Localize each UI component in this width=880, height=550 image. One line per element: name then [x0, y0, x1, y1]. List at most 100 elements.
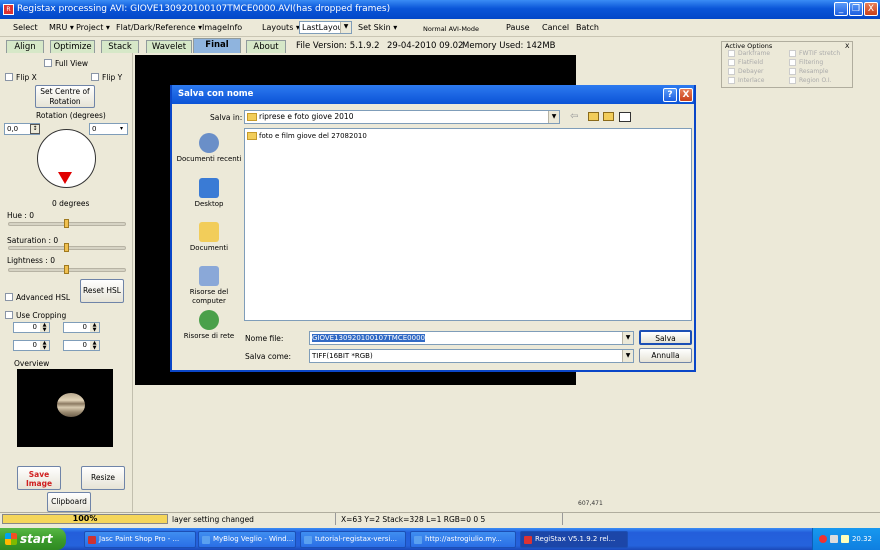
chevron-down-icon: ▼: [548, 111, 559, 123]
up-folder-icon[interactable]: [588, 112, 599, 121]
filename-value: GIOVE130920100107TMCE0000: [312, 334, 425, 342]
internet-explorer-icon: [202, 536, 210, 544]
start-button[interactable]: start: [0, 528, 66, 550]
view-menu-icon[interactable]: [619, 112, 631, 122]
overview-thumbnail[interactable]: [17, 369, 113, 447]
jupiter-thumbnail-image: [57, 393, 85, 417]
save-button[interactable]: Salva: [639, 330, 692, 345]
batch-button[interactable]: Batch: [576, 22, 599, 34]
memory-used: Memory Used: 142MB: [462, 41, 556, 51]
menu-select[interactable]: Select: [13, 22, 38, 34]
volume-tray-icon[interactable]: [841, 535, 849, 543]
menu-mru[interactable]: MRU ▾: [49, 22, 74, 34]
internet-explorer-icon: [304, 536, 312, 544]
advanced-hsl-checkbox[interactable]: [5, 293, 13, 301]
place-network[interactable]: Risorse di rete: [176, 310, 242, 341]
taskbar-item-tutorial[interactable]: tutorial-registax-versi...: [300, 531, 406, 548]
active-options-close-icon[interactable]: X: [845, 42, 849, 50]
clipboard-button[interactable]: Clipboard: [47, 492, 91, 512]
menu-set-skin[interactable]: Set Skin ▾: [358, 22, 397, 34]
place-my-computer[interactable]: Risorse del computer: [176, 266, 242, 306]
resize-button[interactable]: Resize: [81, 466, 125, 490]
pause-button[interactable]: Pause: [506, 22, 530, 34]
debayer-checkbox: [728, 68, 735, 75]
taskbar-item-myblog[interactable]: MyBlog Veglio - Wind...: [198, 531, 296, 548]
menu-layouts[interactable]: Layouts ▾: [262, 22, 300, 34]
dialog-close-button[interactable]: X: [679, 88, 693, 102]
crop-value-1: 0: [32, 323, 37, 331]
dialog-title: Salva con nome: [178, 89, 254, 99]
close-button[interactable]: X: [864, 2, 878, 16]
spin-arrows-icon[interactable]: ▲ ▼: [90, 323, 99, 332]
save-in-select[interactable]: riprese e foto giove 2010 ▼: [244, 110, 560, 124]
savetype-value: TIFF(16BIT *RGB): [312, 352, 373, 360]
savetype-select[interactable]: TIFF(16BIT *RGB) ▼: [309, 349, 634, 363]
antivirus-tray-icon[interactable]: [819, 535, 827, 543]
hue-slider-thumb[interactable]: [64, 219, 69, 228]
tab-about[interactable]: About: [246, 40, 286, 53]
flip-y-checkbox[interactable]: [91, 73, 99, 81]
network-globe-icon: [199, 310, 219, 330]
file-list[interactable]: foto e film giove del 27082010: [244, 128, 692, 321]
minimize-button[interactable]: _: [834, 2, 848, 16]
tab-optimize[interactable]: Optimize: [50, 40, 95, 53]
darkframe-checkbox: [728, 50, 735, 57]
taskbar-item-paint-shop[interactable]: Jasc Paint Shop Pro - ...: [84, 531, 196, 548]
flatfield-checkbox: [728, 59, 735, 66]
lightness-slider-thumb[interactable]: [64, 265, 69, 274]
dialog-cancel-button[interactable]: Annulla: [639, 348, 692, 363]
avi-mode-label[interactable]: Normal AVI-Mode: [423, 23, 479, 35]
use-cropping-checkbox[interactable]: [5, 311, 13, 319]
new-folder-icon[interactable]: [603, 112, 614, 121]
tab-stack[interactable]: Stack: [101, 40, 139, 53]
full-view-checkbox[interactable]: [44, 59, 52, 67]
spin-arrows-icon[interactable]: ▲ ▼: [40, 341, 49, 350]
progress-label: 100%: [72, 514, 98, 523]
place-recent-documents[interactable]: Documenti recenti: [176, 133, 242, 164]
paint-shop-icon: [88, 536, 96, 544]
taskbar-item-registax[interactable]: RegiStax V5.1.9.2 rel...: [520, 531, 628, 548]
set-centre-button[interactable]: Set Centre of Rotation: [35, 85, 95, 108]
rotation-spin-icon[interactable]: ↕: [30, 124, 40, 134]
interlace-checkbox: [728, 77, 735, 84]
tab-align[interactable]: Align: [6, 40, 44, 53]
rotation-value: 0,0: [7, 125, 19, 133]
crop-field-1[interactable]: 0 ▲ ▼: [13, 322, 50, 333]
save-image-button[interactable]: Save Image: [17, 466, 61, 490]
menu-project[interactable]: Project ▾: [76, 22, 110, 34]
place-desktop[interactable]: Desktop: [176, 178, 242, 209]
spin-arrows-icon[interactable]: ▲ ▼: [90, 341, 99, 350]
place-documents[interactable]: Documenti: [176, 222, 242, 253]
filename-input[interactable]: GIOVE130920100107TMCE0000 ▼: [309, 331, 634, 345]
layout-select[interactable]: LastLayout ▼: [299, 21, 352, 34]
network-tray-icon[interactable]: [830, 535, 838, 543]
status-message: layer setting changed: [172, 515, 254, 524]
rotation-combo[interactable]: 0 ▾: [89, 123, 128, 135]
back-arrow-icon[interactable]: ⇦: [570, 111, 578, 122]
crop-field-3[interactable]: 0 ▲ ▼: [13, 340, 50, 351]
lightness-label: Lightness : 0: [7, 256, 55, 265]
status-divider: [335, 513, 336, 525]
crop-field-2[interactable]: 0 ▲ ▼: [63, 322, 100, 333]
saturation-slider-thumb[interactable]: [64, 243, 69, 252]
save-in-value: riprese e foto giove 2010: [259, 112, 354, 121]
desktop-icon: [199, 178, 219, 198]
list-item[interactable]: foto e film giove del 27082010: [247, 132, 367, 140]
place-label: Risorse del computer: [189, 288, 229, 305]
active-options-title: Active Options: [725, 42, 773, 50]
dialog-help-button[interactable]: ?: [663, 88, 677, 102]
menu-flat-dark-reference[interactable]: Flat/Dark/Reference ▾: [116, 22, 202, 34]
tab-final[interactable]: Final: [193, 38, 241, 53]
crop-field-4[interactable]: 0 ▲ ▼: [63, 340, 100, 351]
flip-x-checkbox[interactable]: [5, 73, 13, 81]
cancel-button[interactable]: Cancel: [542, 22, 569, 34]
taskbar-item-astrogiulio[interactable]: http://astrogiulio.my...: [410, 531, 516, 548]
tab-wavelet[interactable]: Wavelet: [146, 40, 192, 53]
fwtif-stretch-checkbox: [789, 50, 796, 57]
restore-button[interactable]: ❐: [849, 2, 863, 16]
flatfield-label: FlatField: [738, 59, 763, 66]
clock[interactable]: 20.32: [852, 535, 872, 543]
menu-imageinfo[interactable]: ImageInfo: [202, 22, 242, 34]
reset-hsl-button[interactable]: Reset HSL: [80, 279, 124, 303]
spin-arrows-icon[interactable]: ▲ ▼: [40, 323, 49, 332]
